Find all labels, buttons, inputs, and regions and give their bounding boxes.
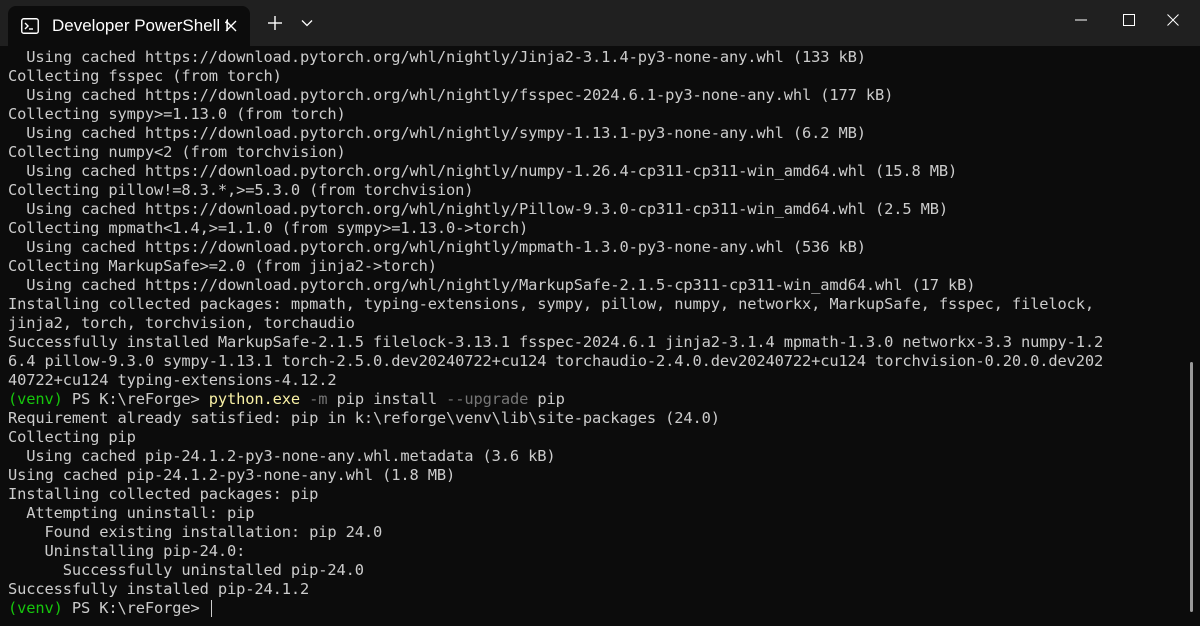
command-parameter: --upgrade: [446, 390, 529, 408]
command-executable: python.exe: [208, 390, 301, 408]
output-line: Using cached https://download.pytorch.or…: [8, 276, 976, 294]
close-icon[interactable]: [222, 17, 240, 35]
output-line: Uninstalling pip-24.0:: [8, 542, 246, 560]
chevron-down-icon[interactable]: [296, 12, 318, 34]
output-line: Installing collected packages: mpmath, t…: [8, 295, 1094, 313]
minimize-icon[interactable]: [1058, 0, 1104, 40]
output-line: Using cached https://download.pytorch.or…: [8, 238, 866, 256]
output-line: Collecting mpmath<1.4,>=1.1.0 (from symp…: [8, 219, 529, 237]
command-args: pip install: [327, 390, 447, 408]
venv-indicator: (venv): [8, 599, 63, 617]
output-line: Installing collected packages: pip: [8, 485, 319, 503]
command-line: (venv) PS K:\reForge> python.exe -m pip …: [8, 390, 1184, 409]
output-line: Collecting pillow!=8.3.*,>=5.3.0 (from t…: [8, 181, 474, 199]
tab-developer-powershell[interactable]: Developer PowerShell for VS 2022: [8, 6, 250, 46]
tab-title: Developer PowerShell for VS 2022: [52, 16, 228, 35]
terminal-window: Developer PowerShell for VS 2022: [0, 0, 1200, 626]
output-line: Collecting pip: [8, 428, 136, 446]
terminal-output[interactable]: Using cached https://download.pytorch.or…: [0, 48, 1184, 626]
scrollbar-thumb[interactable]: [1190, 362, 1193, 612]
output-line: Collecting MarkupSafe>=2.0 (from jinja2-…: [8, 257, 437, 275]
command-flag: -m: [300, 390, 328, 408]
output-line: Using cached https://download.pytorch.or…: [8, 200, 948, 218]
output-line: 40722+cu124 typing-extensions-4.12.2: [8, 371, 337, 389]
output-line: jinja2, torch, torchvision, torchaudio: [8, 314, 355, 332]
text-cursor: [210, 600, 212, 617]
output-line: Requirement already satisfied: pip in k:…: [8, 409, 720, 427]
output-line: Using cached pip-24.1.2-py3-none-any.whl…: [8, 447, 556, 465]
maximize-icon[interactable]: [1106, 0, 1152, 40]
output-line: Using cached https://download.pytorch.or…: [8, 162, 958, 180]
prompt-path: PS K:\reForge>: [62, 599, 209, 617]
output-line: Using cached pip-24.1.2-py3-none-any.whl…: [8, 466, 456, 484]
terminal-icon: [20, 16, 40, 36]
output-line: Collecting numpy<2 (from torchvision): [8, 143, 346, 161]
input-prompt-line[interactable]: (venv) PS K:\reForge>: [8, 599, 1184, 618]
output-line: Using cached https://download.pytorch.or…: [8, 86, 894, 104]
output-line: Using cached https://download.pytorch.or…: [8, 48, 866, 66]
output-line: Successfully installed pip-24.1.2: [8, 580, 310, 598]
output-line: Collecting fsspec (from torch): [8, 67, 282, 85]
title-bar: Developer PowerShell for VS 2022: [0, 0, 1200, 46]
output-line: Collecting sympy>=1.13.0 (from torch): [8, 105, 346, 123]
plus-icon[interactable]: [262, 10, 288, 36]
prompt-path: PS K:\reForge>: [62, 390, 209, 408]
output-line: Attempting uninstall: pip: [8, 504, 255, 522]
output-line: Found existing installation: pip 24.0: [8, 523, 383, 541]
command-args: pip: [528, 390, 565, 408]
close-window-icon[interactable]: [1150, 0, 1196, 40]
output-line: Successfully installed MarkupSafe-2.1.5 …: [8, 333, 1104, 351]
venv-indicator: (venv): [8, 390, 63, 408]
output-line: Successfully uninstalled pip-24.0: [8, 561, 364, 579]
output-line: Using cached https://download.pytorch.or…: [8, 124, 866, 142]
output-line: 6.4 pillow-9.3.0 sympy-1.13.1 torch-2.5.…: [8, 352, 1104, 370]
